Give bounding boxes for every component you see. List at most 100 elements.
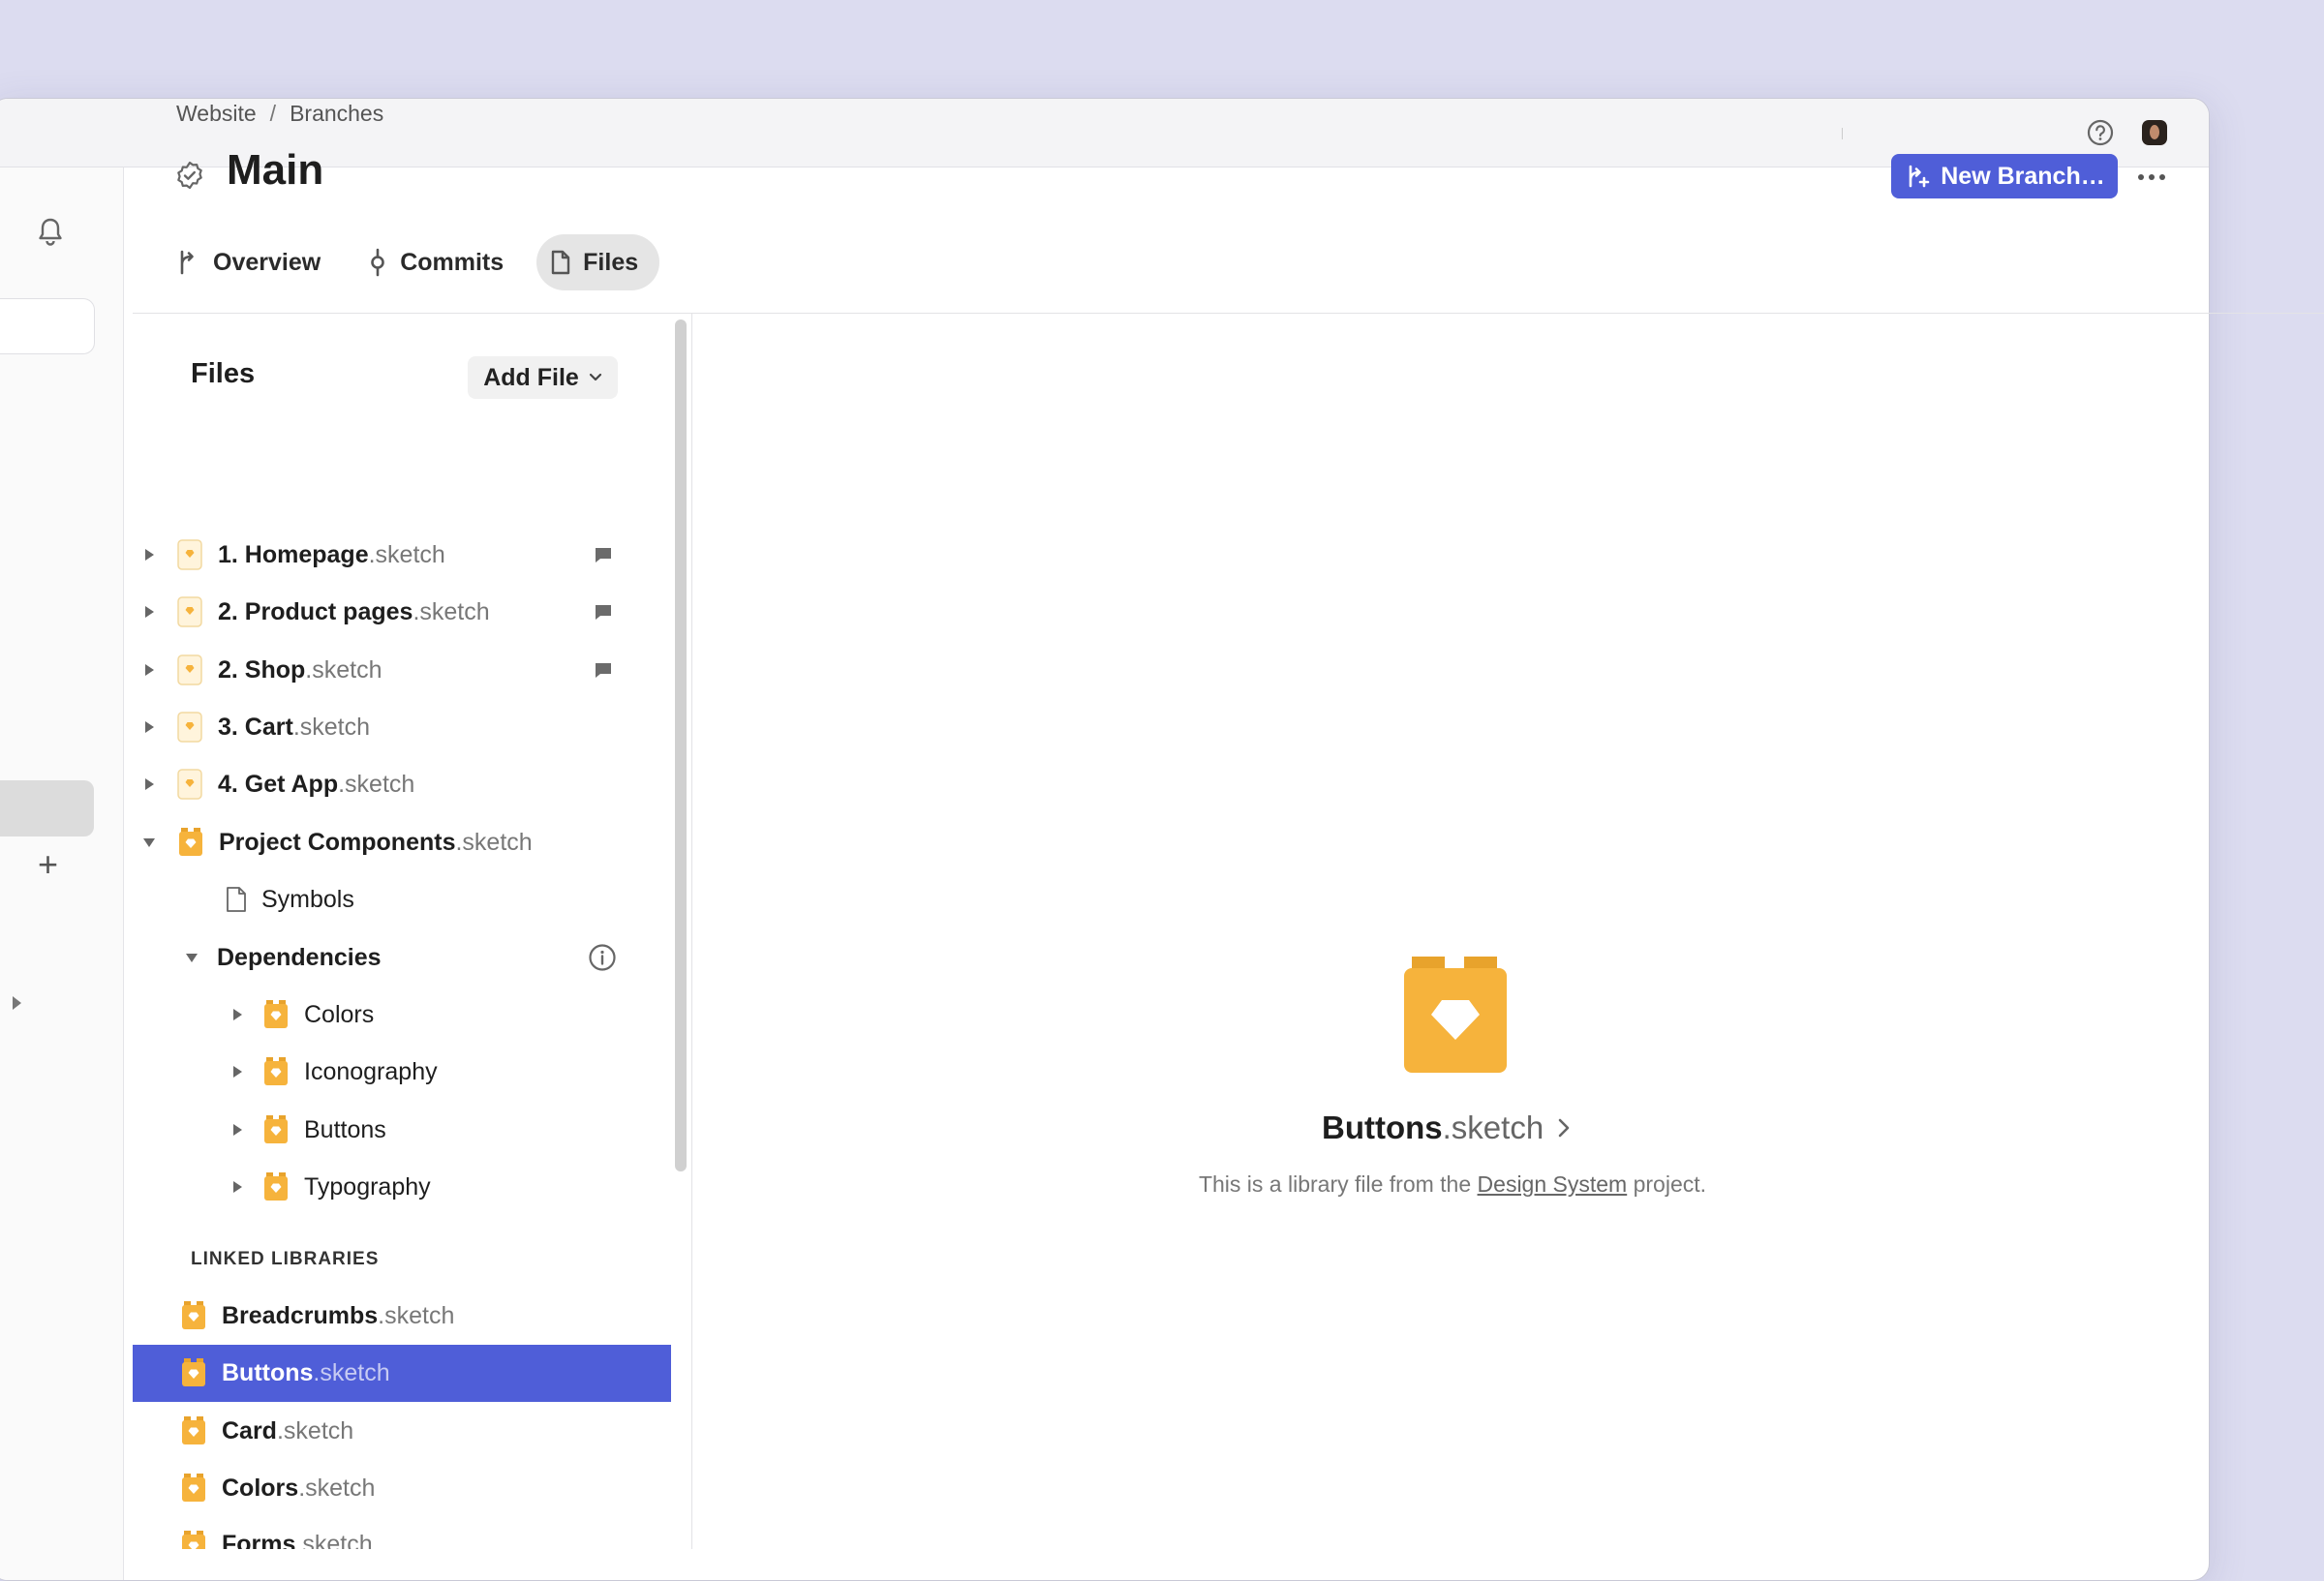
expand-caret-icon[interactable] [145, 721, 154, 733]
desc-text: project. [1627, 1171, 1707, 1197]
symbols-label: Symbols [261, 885, 354, 913]
dependency-row[interactable]: Typography [233, 1159, 431, 1215]
breadcrumb-website-link[interactable]: Website [176, 101, 257, 126]
comment-icon [596, 605, 611, 620]
preview-file-name: Buttons.sketch [1322, 1110, 1544, 1145]
branch-icon [180, 250, 194, 275]
sketch-library-icon [182, 1531, 205, 1549]
tab-files[interactable]: Files [536, 234, 660, 290]
expand-caret-icon[interactable] [145, 778, 154, 790]
sketch-library-icon [264, 1172, 288, 1201]
dependency-row[interactable]: Buttons [233, 1102, 386, 1158]
panel-divider [691, 314, 692, 1549]
expand-caret-icon[interactable] [233, 1124, 242, 1136]
project-sidebar: + [0, 167, 124, 1580]
collapse-caret-icon[interactable] [143, 837, 155, 847]
header-divider [133, 313, 2324, 314]
main-branch-badge-icon [177, 161, 202, 190]
file-name: 3. Cart.sketch [218, 713, 371, 741]
file-name: Project Components.sketch [219, 828, 533, 856]
breadcrumb-separator: / [269, 101, 277, 126]
sketch-document-icon [177, 654, 202, 685]
expand-caret-icon[interactable] [233, 1066, 242, 1078]
help-circle-icon[interactable] [2086, 118, 2115, 147]
library-name: Forms.sketch [222, 1531, 373, 1549]
preview-description: This is a library file from the Design S… [1181, 1171, 1724, 1198]
breadcrumb-branches-link[interactable]: Branches [290, 101, 383, 126]
sketch-library-icon [182, 1416, 205, 1444]
tab-overview[interactable]: Overview [163, 234, 342, 290]
tab-bar: Overview Commits Files [163, 234, 660, 292]
file-name: 2. Shop.sketch [218, 655, 382, 684]
user-avatar[interactable] [2142, 120, 2167, 145]
preview-file-link[interactable]: Buttons.sketch [1322, 1110, 1571, 1146]
tab-overview-label: Overview [213, 248, 321, 276]
file-panel-scrollbar[interactable] [675, 319, 687, 1171]
expand-caret-icon[interactable] [145, 606, 154, 618]
dependency-name: Typography [304, 1172, 431, 1201]
file-name: 4. Get App.sketch [218, 770, 415, 798]
commit-icon [371, 248, 384, 277]
files-panel-heading: Files [191, 358, 256, 389]
chevron-down-icon [589, 373, 601, 381]
sketch-library-icon [182, 1358, 205, 1386]
dependency-name: Buttons [304, 1115, 386, 1143]
symbols-page-row[interactable]: Symbols [225, 871, 354, 927]
library-row[interactable]: Colors.sketch [179, 1460, 375, 1516]
expand-caret-icon[interactable] [145, 549, 154, 561]
expand-caret-icon[interactable] [233, 1181, 242, 1193]
new-branch-icon [1909, 165, 1930, 188]
file-row[interactable]: 1. Homepage.sketch [145, 527, 445, 583]
dependency-name: Iconography [304, 1057, 438, 1085]
sidebar-search-input[interactable] [0, 298, 95, 354]
page-title: Main [227, 146, 324, 194]
library-name: Buttons.sketch [222, 1358, 390, 1386]
sketch-library-icon [264, 1000, 288, 1028]
dependency-row[interactable]: Iconography [233, 1044, 438, 1100]
library-name: Breadcrumbs.sketch [222, 1301, 455, 1329]
file-row[interactable]: 2. Product pages.sketch [145, 584, 490, 640]
comment-icon [596, 663, 611, 678]
add-file-dropdown[interactable]: Add File [468, 356, 618, 399]
more-options-button[interactable] [2135, 161, 2168, 194]
add-project-button[interactable]: + [38, 847, 58, 882]
sketch-document-icon [177, 769, 202, 800]
expand-caret-icon[interactable] [145, 664, 154, 676]
library-row-selected[interactable]: Buttons.sketch [179, 1345, 390, 1401]
dependency-name: Colors [304, 1000, 375, 1028]
sketch-library-icon [264, 1057, 288, 1085]
collapse-caret-icon[interactable] [186, 953, 198, 962]
file-row[interactable]: 2. Shop.sketch [145, 642, 382, 698]
file-name: 2. Product pages.sketch [218, 597, 490, 625]
info-icon[interactable] [588, 943, 617, 972]
tab-files-label: Files [583, 248, 639, 276]
library-row[interactable]: Forms.sketch [179, 1518, 373, 1549]
sidebar-item-active[interactable] [0, 780, 94, 836]
bell-icon[interactable] [36, 216, 65, 249]
sketch-document-icon [177, 539, 202, 570]
page-icon [227, 887, 246, 912]
new-branch-button[interactable]: New Branch… [1891, 154, 2118, 198]
titlebar-divider [1842, 128, 1843, 139]
breadcrumb: Website / Branches [176, 101, 383, 127]
file-icon [551, 250, 570, 275]
expand-caret-icon[interactable] [233, 1009, 242, 1020]
tab-commits[interactable]: Commits [353, 234, 525, 290]
library-row[interactable]: Breadcrumbs.sketch [179, 1288, 454, 1344]
project-components-row[interactable]: Project Components.sketch [143, 814, 533, 870]
new-branch-label: New Branch… [1941, 162, 2105, 190]
sketch-document-icon [177, 712, 202, 743]
file-name: 1. Homepage.sketch [218, 540, 445, 568]
linked-libraries-heading: LINKED LIBRARIES [191, 1249, 380, 1269]
comment-icon [596, 548, 611, 562]
dependency-row[interactable]: Colors [233, 987, 374, 1043]
file-row[interactable]: 4. Get App.sketch [145, 756, 414, 812]
sidebar-expand-caret-icon[interactable] [13, 996, 21, 1010]
library-name: Colors.sketch [222, 1474, 376, 1502]
dependencies-label: Dependencies [217, 943, 382, 971]
tab-commits-label: Commits [400, 248, 505, 276]
dependencies-row[interactable]: Dependencies [186, 929, 382, 986]
design-system-link[interactable]: Design System [1478, 1171, 1628, 1197]
library-row[interactable]: Card.sketch [179, 1403, 353, 1459]
file-row[interactable]: 3. Cart.sketch [145, 699, 370, 755]
